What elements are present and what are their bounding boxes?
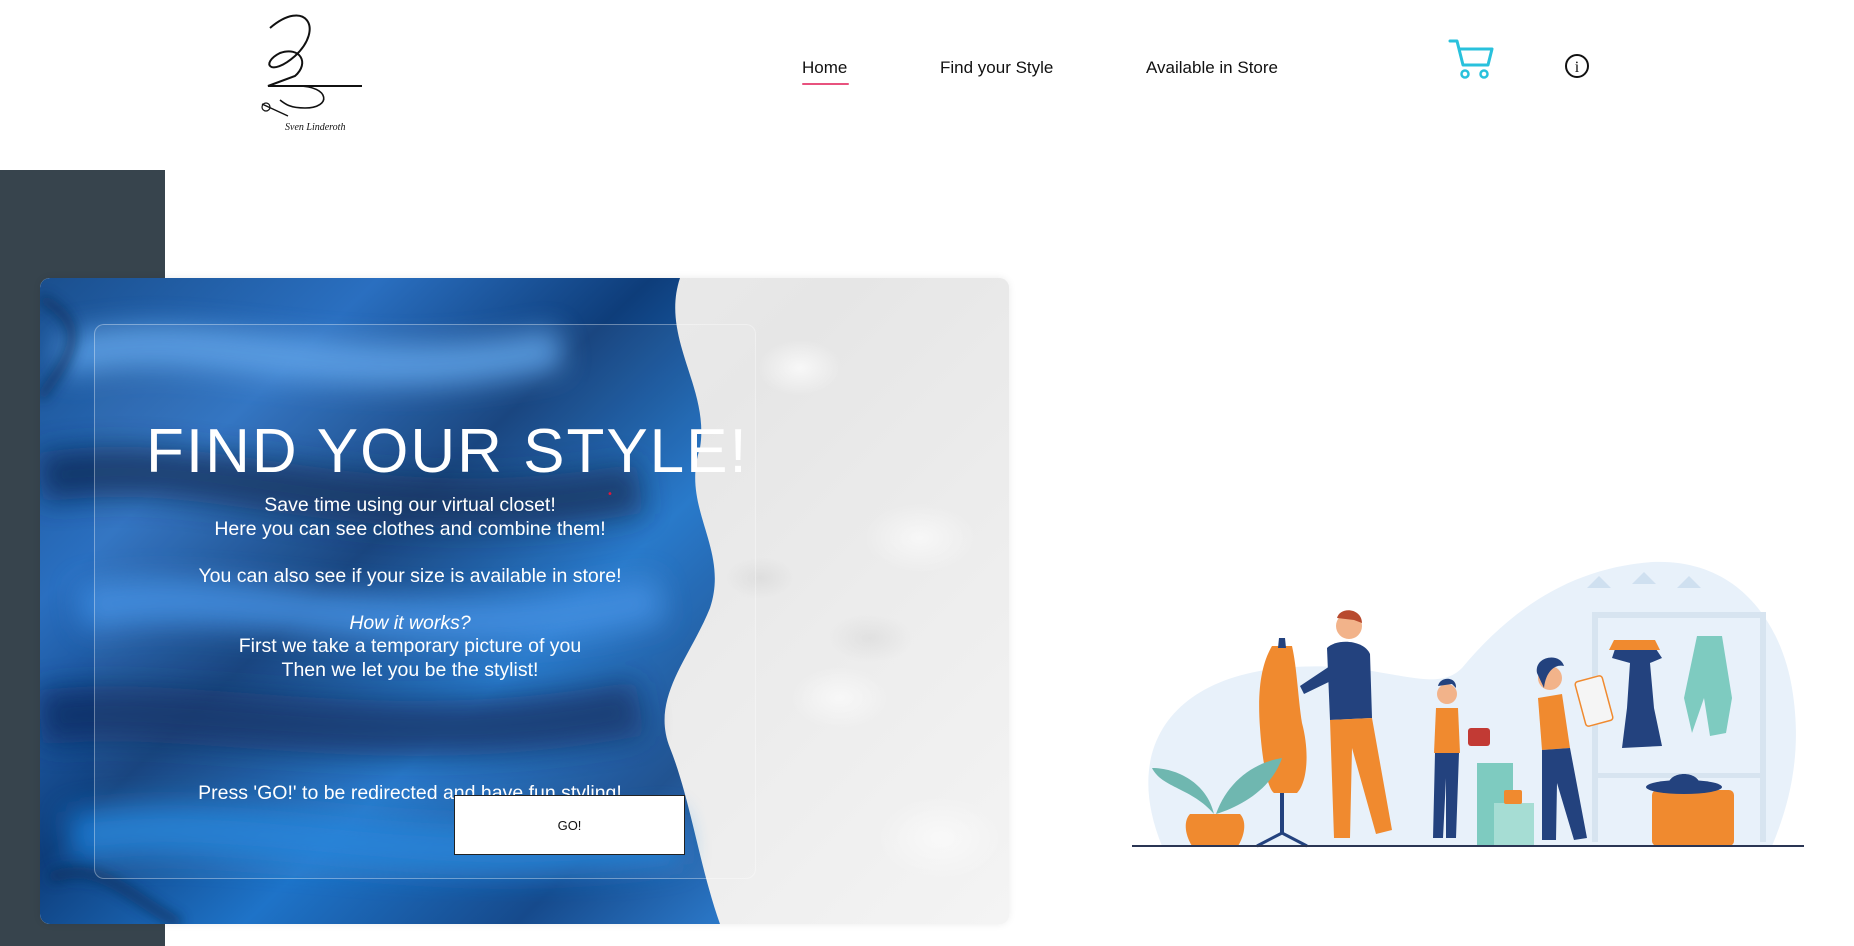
hero-line: Here you can see clothes and combine the… (214, 517, 606, 540)
hero-description: Save time using our virtual closet! Here… (130, 494, 690, 682)
fashion-store-illustration (1132, 561, 1804, 848)
hero-line: First we take a temporary picture of you (238, 635, 582, 657)
nav-home[interactable]: Home (802, 58, 850, 85)
hero-line: Then we let you be the stylist! (281, 658, 539, 681)
nav-available-in-store[interactable]: Available in Store (1146, 58, 1278, 78)
logo-signature: Sven Linderoth (285, 122, 345, 133)
hero-card: FIND YOUR STYLE! • Save time using our v… (40, 278, 1009, 924)
hero-line-italic: How it works? (349, 611, 471, 634)
hero-line: You can also see if your size is availab… (198, 564, 622, 587)
hero-title: FIND YOUR STYLE! (146, 417, 749, 486)
info-icon[interactable]: i (1565, 54, 1589, 78)
nav-find-your-style[interactable]: Find your Style (940, 58, 1053, 78)
shopping-cart-icon[interactable] (1448, 37, 1494, 81)
hero-line: Save time using our virtual closet! (264, 494, 556, 516)
go-button[interactable]: GO! (454, 795, 685, 855)
